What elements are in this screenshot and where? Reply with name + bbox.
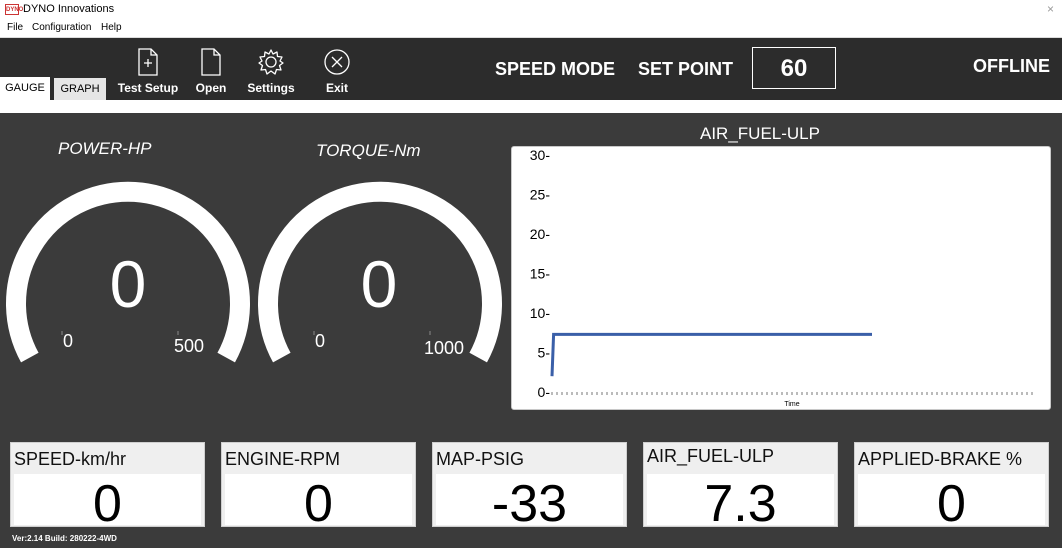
chart-y-tick-label: 0- [538, 384, 551, 400]
power-gauge-max: 500 [174, 336, 205, 356]
speed-mode-label: SPEED MODE [495, 59, 616, 79]
exit-label: Exit [325, 81, 348, 95]
menu-file[interactable]: File [7, 22, 23, 33]
map-psig-readout-value: -33 [491, 475, 568, 533]
map-psig-readout-box: -33 [436, 474, 623, 533]
air-fuel-readout: AIR_FUEL-ULP 7.3 [643, 442, 838, 533]
chart-y-tick-label: 5- [538, 345, 551, 361]
tab-gauge[interactable]: GAUGE [0, 77, 50, 101]
new-file-icon [138, 48, 158, 76]
torque-gauge-value: 0 [360, 247, 398, 321]
chart-title: AIR_FUEL-ULP [700, 124, 820, 143]
window-close-button[interactable]: × [1047, 2, 1054, 16]
applied-brake-readout-label: APPLIED-BRAKE % [858, 449, 1023, 469]
gear-icon [258, 49, 284, 75]
speed-readout-label: SPEED-km/hr [14, 449, 127, 469]
engine-rpm-readout-box: 0 [225, 474, 412, 533]
menu-bar: File Configuration Help [0, 20, 1062, 38]
chart-series-line [550, 332, 872, 377]
menu-help[interactable]: Help [101, 22, 122, 33]
map-psig-readout-label: MAP-PSIG [436, 449, 525, 469]
settings-label: Settings [247, 81, 295, 95]
set-point-label: SET POINT [638, 59, 734, 79]
engine-rpm-readout: ENGINE-RPM 0 [221, 442, 416, 533]
set-point-value[interactable]: 60 [752, 47, 836, 89]
chart-x-axis-label: Time [784, 401, 799, 408]
window-title: DYNO Innovations [23, 3, 115, 15]
chart-y-tick-label: 10- [530, 305, 551, 321]
chart-y-tick-label: 15- [530, 266, 551, 282]
exit-button[interactable]: Exit [302, 48, 372, 95]
chart-y-tick-label: 25- [530, 187, 551, 203]
applied-brake-readout: APPLIED-BRAKE % 0 [854, 442, 1049, 533]
engine-rpm-readout-value: 0 [304, 475, 333, 533]
speed-readout-box: 0 [14, 474, 201, 533]
settings-button[interactable]: Settings [236, 48, 306, 95]
menu-configuration[interactable]: Configuration [32, 22, 91, 33]
file-icon [201, 48, 221, 76]
engine-rpm-readout-label: ENGINE-RPM [225, 449, 341, 469]
applied-brake-readout-value: 0 [937, 475, 966, 533]
air-fuel-readout-label: AIR_FUEL-ULP [647, 446, 775, 466]
title-bar: DYNO DYNO Innovations × [0, 0, 1062, 20]
speed-readout: SPEED-km/hr 0 [10, 442, 205, 533]
version-label: Ver:2.14 Build: 280222-4WD [12, 534, 117, 543]
chart-y-tick-label: 20- [530, 226, 551, 242]
app-logo-icon: DYNO [5, 4, 23, 15]
speed-readout-value: 0 [93, 475, 122, 533]
air-fuel-chart: Time 0- 5- 10- 15- 20- 25- 30- [530, 147, 1033, 408]
torque-gauge-max: 1000 [424, 338, 465, 358]
connection-status: OFFLINE [973, 56, 1050, 76]
power-gauge-value: 0 [109, 247, 147, 321]
torque-gauge-min: 0 [315, 331, 326, 351]
tab-strip-divider [0, 100, 1062, 113]
test-setup-label: Test Setup [117, 81, 179, 95]
tab-graph[interactable]: GRAPH [54, 78, 106, 100]
chart-y-tick-label: 30- [530, 147, 551, 163]
chart-panel: Time 0- 5- 10- 15- 20- 25- 30- [511, 146, 1051, 410]
applied-brake-readout-box: 0 [858, 474, 1045, 533]
power-gauge-min: 0 [63, 331, 74, 351]
map-psig-readout: MAP-PSIG -33 [432, 442, 627, 533]
air-fuel-readout-value: 7.3 [704, 475, 777, 533]
close-circle-icon [324, 49, 350, 75]
test-setup-button[interactable]: Test Setup [113, 48, 183, 95]
air-fuel-readout-box: 7.3 [647, 474, 834, 533]
